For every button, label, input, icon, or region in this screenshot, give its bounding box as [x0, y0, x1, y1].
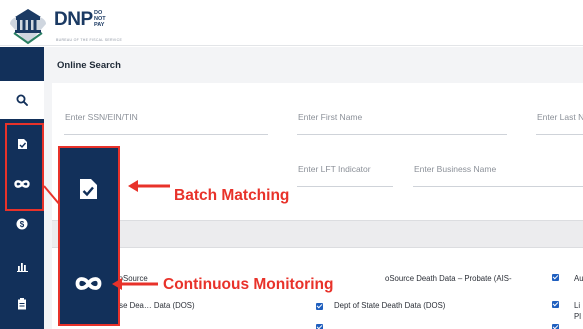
callout-continuous-item [60, 276, 117, 291]
sidebar-item-search[interactable] [0, 81, 44, 119]
logo-text: DNP [54, 9, 93, 30]
svg-text:$: $ [20, 220, 25, 229]
sidebar-item-analytics[interactable] [0, 247, 44, 285]
bar-chart-icon [16, 262, 28, 272]
ssn-input[interactable]: Enter SSN/EIN/TIN [64, 101, 268, 135]
lft-indicator-input[interactable]: Enter LFT Indicator [297, 153, 393, 187]
infinity-icon [75, 277, 102, 290]
callout-panel [58, 146, 120, 326]
top-bar: DNP DO NOT PAY BUREAU OF THE FISCAL SERV… [0, 0, 583, 46]
business-name-input[interactable]: Enter Business Name [413, 153, 583, 187]
continuous-monitoring-label: Continuous Monitoring [163, 276, 334, 293]
data-sources-header[interactable]: s [52, 220, 583, 248]
logo-tagline: BUREAU OF THE FISCAL SERVICE [56, 38, 123, 42]
treasury-seal-icon [10, 9, 46, 45]
logo-stack: DO NOT PAY [94, 10, 106, 28]
dollar-icon: $ [16, 218, 28, 230]
checkbox[interactable] [552, 324, 559, 329]
checkbox[interactable] [316, 324, 323, 329]
checkbox[interactable] [316, 303, 323, 310]
callout-batch-item [60, 178, 117, 200]
batch-matching-label: Batch Matching [174, 187, 290, 204]
list-item: Dept of State Death Data (DOS) [334, 301, 446, 310]
list-item: oSource Death Data – Probate (AIS- [385, 274, 512, 283]
list-item: Li [574, 301, 581, 310]
first-name-input[interactable]: Enter First Name [297, 101, 507, 135]
checkbox[interactable] [552, 301, 559, 308]
batch-document-icon [80, 179, 97, 199]
list-item: Pl [574, 312, 581, 321]
list-item: Au [574, 274, 583, 283]
page-title: Online Search [57, 60, 121, 71]
sidebar-highlight-box [5, 123, 44, 211]
app-window: DNP DO NOT PAY BUREAU OF THE FISCAL SERV… [0, 0, 583, 329]
sidebar-item-reports[interactable] [0, 285, 44, 323]
last-name-input[interactable]: Enter Last N [536, 101, 583, 135]
checkbox[interactable] [552, 274, 559, 281]
report-icon [18, 298, 26, 310]
search-icon [16, 94, 28, 106]
